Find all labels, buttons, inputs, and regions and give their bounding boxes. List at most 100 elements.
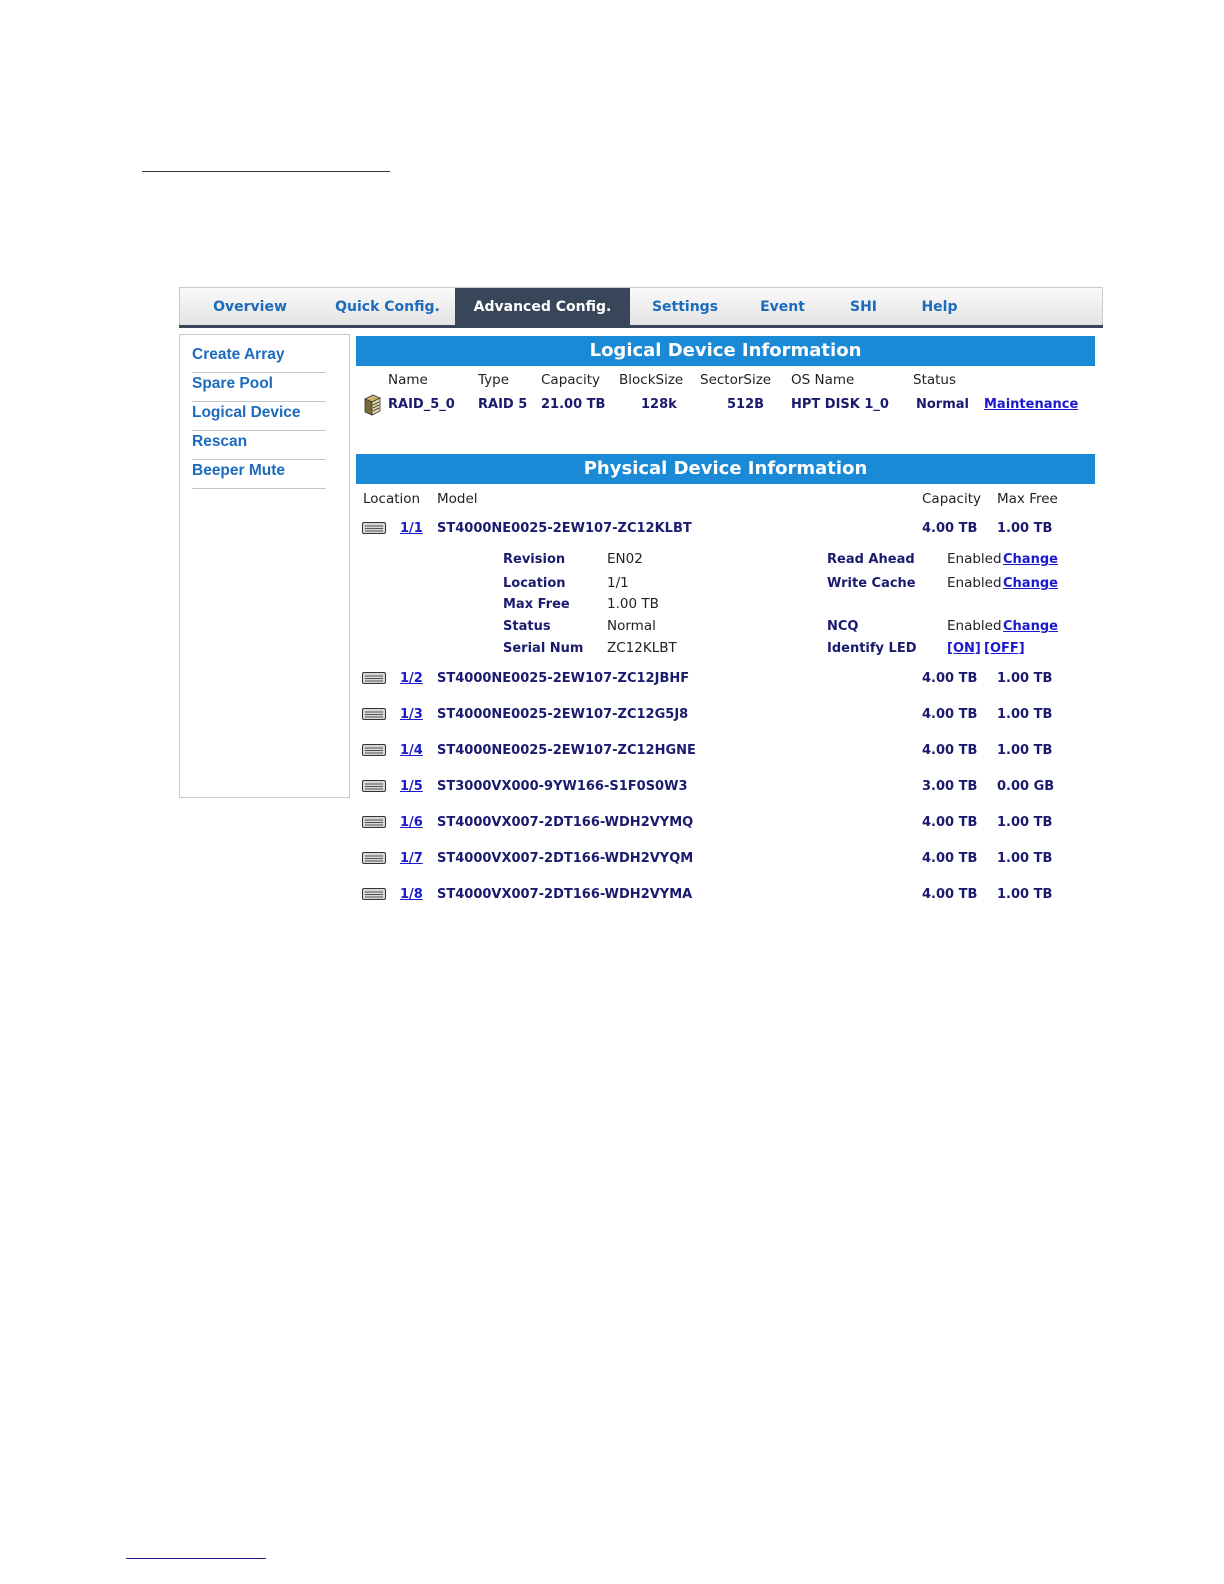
disk-icon [362,888,386,900]
detail-identify-led-label: Identify LED [827,641,917,656]
logical-device-title: Logical Device Information [356,336,1095,366]
raid-array-icon [364,394,381,416]
disk-icon [362,852,386,864]
col-header-name: Name [388,372,428,388]
detail-readahead-value: Enabled [947,551,1002,567]
maintenance-link[interactable]: Maintenance [984,397,1078,412]
tab-event[interactable]: Event [740,288,825,326]
readahead-change-link[interactable]: Change [1003,552,1058,567]
logical-osname: HPT DISK 1_0 [791,397,889,412]
detail-ncq-label: NCQ [827,619,859,634]
device-capacity: 4.00 TB [922,815,978,830]
device-location-link[interactable]: 1/5 [400,779,423,794]
disk-icon [362,522,386,534]
physical-device-title: Physical Device Information [356,454,1095,484]
device-maxfree: 1.00 TB [997,671,1053,686]
device-maxfree: 1.00 TB [997,815,1053,830]
col-header-status: Status [913,372,957,388]
device-model: ST4000NE0025-2EW107-ZC12HGNE [437,743,696,758]
tab-shi[interactable]: SHI [825,288,902,326]
footer-rule [126,1558,266,1559]
device-capacity: 4.00 TB [922,743,978,758]
col-header-osname: OS Name [791,372,855,388]
tab-settings[interactable]: Settings [630,288,740,326]
device-capacity: 3.00 TB [922,779,978,794]
device-location-link[interactable]: 1/7 [400,851,423,866]
detail-revision-label: Revision [503,552,566,567]
writecache-change-link[interactable]: Change [1003,576,1058,591]
disk-icon [362,744,386,756]
tab-overview[interactable]: Overview [180,288,320,326]
detail-location-value: 1/1 [607,575,629,591]
col-header-type: Type [478,372,510,388]
device-capacity: 4.00 TB [922,707,978,722]
tab-advanced-config[interactable]: Advanced Config. [455,288,630,326]
detail-maxfree-value: 1.00 TB [607,596,659,612]
detail-writecache-value: Enabled [947,575,1002,591]
logical-status: Normal [916,397,969,412]
device-model: ST4000VX007-2DT166-WDH2VYMQ [437,815,694,830]
device-capacity: 4.00 TB [922,521,978,536]
logical-capacity: 21.00 TB [541,397,606,412]
identify-led-off-link[interactable]: [OFF] [984,641,1025,656]
device-maxfree: 1.00 TB [997,521,1053,536]
detail-readahead-label: Read Ahead [827,552,915,567]
logical-sectorsize: 512B [727,397,765,412]
device-model: ST4000VX007-2DT166-WDH2VYQM [437,851,694,866]
disk-icon [362,780,386,792]
tab-bar: Overview Quick Config. Advanced Config. … [179,287,1103,326]
header-rule [142,171,390,172]
detail-status-value: Normal [607,618,656,634]
detail-serial-label: Serial Num [503,641,584,656]
disk-icon [362,816,386,828]
sidebar-item-beeper-mute[interactable]: Beeper Mute [192,460,326,489]
tab-quick-config[interactable]: Quick Config. [320,288,455,326]
device-capacity: 4.00 TB [922,887,978,902]
sidebar-item-create-array[interactable]: Create Array [192,344,326,373]
col-header-maxfree: Max Free [997,491,1058,507]
tab-help[interactable]: Help [902,288,977,326]
detail-status-label: Status [503,619,551,634]
device-maxfree: 1.00 TB [997,743,1053,758]
sidebar-item-rescan[interactable]: Rescan [192,431,326,460]
col-header-sectorsize: SectorSize [700,372,772,388]
logical-type: RAID 5 [478,397,528,412]
tab-bar-underline [179,325,1103,328]
ncq-change-link[interactable]: Change [1003,619,1058,634]
device-model: ST4000NE0025-2EW107-ZC12JBHF [437,671,690,686]
detail-location-label: Location [503,576,566,591]
col-header-blocksize: BlockSize [619,372,684,388]
detail-revision-value: EN02 [607,551,643,567]
detail-writecache-label: Write Cache [827,576,916,591]
device-model: ST4000NE0025-2EW107-ZC12G5J8 [437,707,689,722]
col-header-model: Model [437,491,478,507]
sidebar-item-logical-device[interactable]: Logical Device [192,402,326,431]
device-maxfree: 1.00 TB [997,887,1053,902]
disk-icon [362,672,386,684]
identify-led-on-link[interactable]: [ON] [947,641,981,656]
device-location-link[interactable]: 1/2 [400,671,423,686]
device-model: ST4000NE0025-2EW107-ZC12KLBT [437,521,692,536]
device-maxfree: 1.00 TB [997,707,1053,722]
device-model: ST4000VX007-2DT166-WDH2VYMA [437,887,693,902]
device-maxfree: 0.00 GB [997,779,1055,794]
col-header-location: Location [363,491,421,507]
device-location-link[interactable]: 1/1 [400,521,423,536]
detail-serial-value: ZC12KLBT [607,640,677,656]
device-location-link[interactable]: 1/3 [400,707,423,722]
logical-blocksize: 128k [641,397,677,412]
col-header-capacity: Capacity [541,372,600,388]
disk-icon [362,708,386,720]
device-maxfree: 1.00 TB [997,851,1053,866]
device-model: ST3000VX000-9YW166-S1F0S0W3 [437,779,688,794]
device-capacity: 4.00 TB [922,671,978,686]
device-location-link[interactable]: 1/8 [400,887,423,902]
detail-maxfree-label: Max Free [503,597,570,612]
detail-ncq-value: Enabled [947,618,1002,634]
col-header-phys-capacity: Capacity [922,491,981,507]
sidebar: Create Array Spare Pool Logical Device R… [179,334,350,798]
sidebar-item-spare-pool[interactable]: Spare Pool [192,373,326,402]
device-location-link[interactable]: 1/6 [400,815,423,830]
device-capacity: 4.00 TB [922,851,978,866]
device-location-link[interactable]: 1/4 [400,743,423,758]
